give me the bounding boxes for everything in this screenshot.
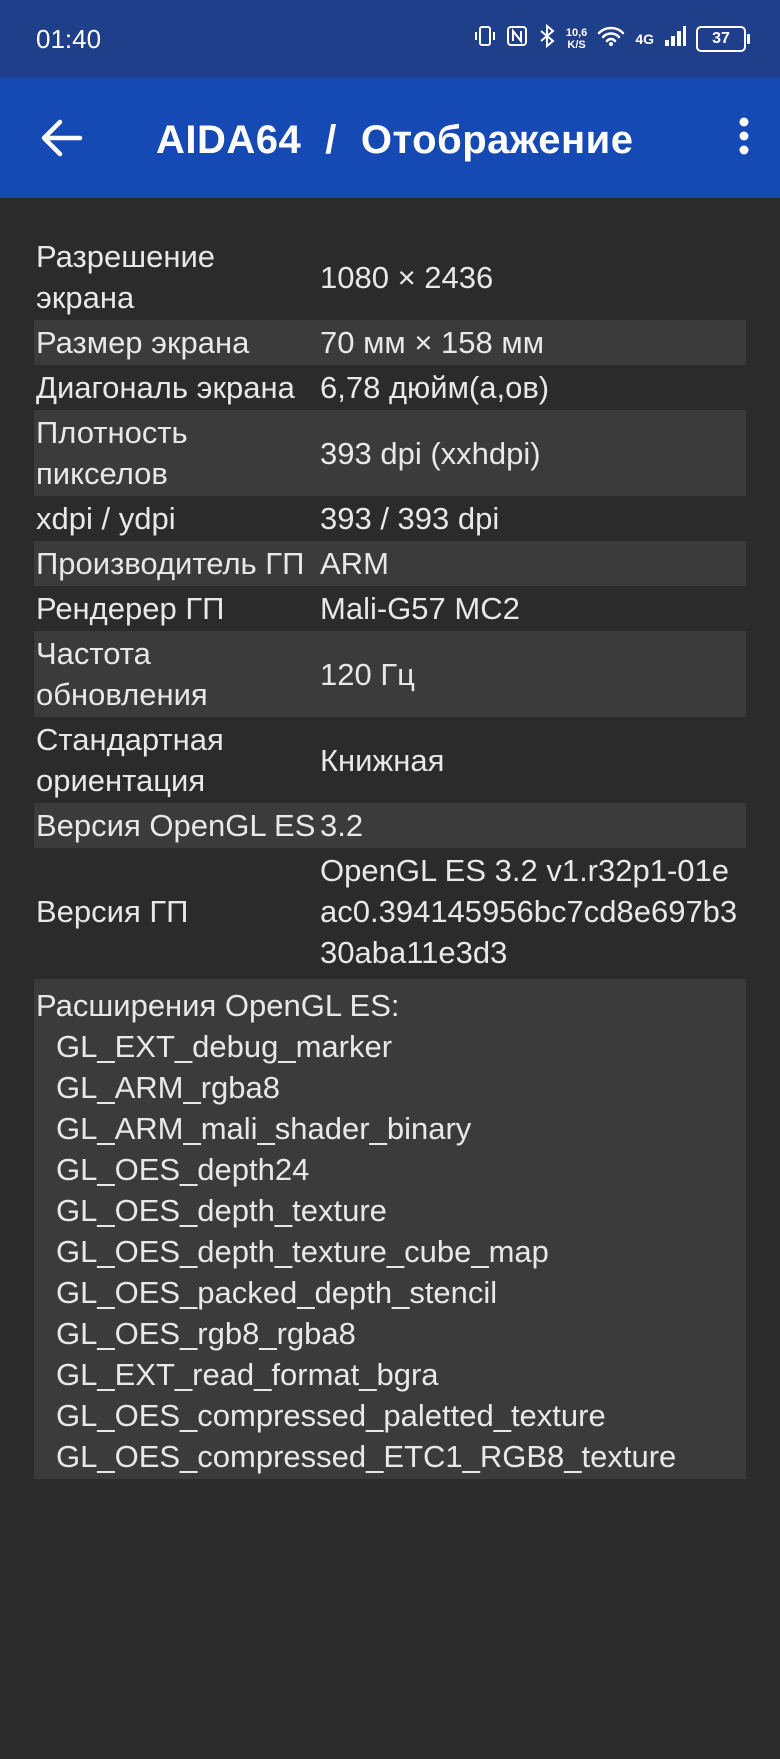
row-label: Плотность пикселов	[36, 415, 188, 491]
row-value: 120 Гц	[320, 656, 415, 692]
bluetooth-icon	[538, 23, 556, 54]
info-row-gpu-renderer: Рендерер ГП Mali-G57 MC2	[34, 586, 746, 631]
app-name: AIDA64	[156, 118, 302, 162]
row-label: Разрешение экрана	[36, 239, 216, 315]
arrow-back-icon[interactable]	[36, 116, 86, 160]
battery-indicator: 37	[696, 26, 750, 52]
info-row-gpu-vendor: Производитель ГП ARM	[34, 541, 746, 586]
network-speed-unit: K/S	[567, 39, 586, 51]
extension-item: GL_OES_depth24	[56, 1152, 310, 1187]
section-name: Отображение	[360, 118, 634, 162]
info-row-refresh-rate: Частота обновления 120 Гц	[34, 631, 746, 717]
info-row-xdpi-ydpi: xdpi / ydpi 393 / 393 dpi	[34, 496, 746, 541]
wifi-icon	[597, 25, 625, 53]
row-value: 6,78 дюйм(а,ов)	[320, 370, 550, 405]
info-row-resolution: Разрешение экрана 1080 × 2436	[34, 234, 746, 320]
extension-item: GL_OES_depth_texture_cube_map	[56, 1234, 549, 1269]
row-label: Частота обновления	[36, 636, 208, 712]
extension-item: GL_ARM_mali_shader_binary	[56, 1111, 472, 1146]
row-label: Размер экрана	[36, 325, 250, 360]
title-separator: /	[325, 118, 337, 162]
vibrate-icon	[474, 25, 496, 53]
extension-item: GL_EXT_read_format_bgra	[56, 1357, 439, 1392]
row-value: 393 dpi (xxhdpi)	[320, 435, 541, 471]
row-value: 393 / 393 dpi	[320, 501, 500, 536]
extension-item: GL_OES_rgb8_rgba8	[56, 1316, 356, 1351]
network-speed-value: 10,6	[565, 27, 588, 39]
extension-item: GL_OES_depth_texture	[56, 1193, 387, 1228]
row-value: 3.2	[320, 808, 364, 843]
info-row-gpu-version: Версия ГП OpenGL ES 3.2 v1.r32p1-01eac0.…	[34, 848, 746, 975]
info-row-diagonal: Диагональ экрана 6,78 дюйм(а,ов)	[34, 365, 746, 410]
row-value: 1080 × 2436	[320, 259, 494, 295]
row-value: OpenGL ES 3.2 v1.r32p1-01eac0.394145956b…	[320, 853, 738, 970]
status-bar: 01:40 10,6 K/S 4G 37	[0, 0, 780, 78]
extension-item: GL_EXT_debug_marker	[56, 1029, 393, 1064]
nfc-icon	[506, 25, 528, 53]
row-value: 70 мм × 158 мм	[320, 325, 545, 360]
network-type: 4G	[635, 31, 654, 47]
extension-item: GL_ARM_rgba8	[56, 1070, 281, 1105]
row-label: Производитель ГП	[36, 546, 305, 581]
row-value: Mali-G57 MC2	[320, 591, 520, 626]
status-icons: 10,6 K/S 4G 37	[474, 22, 752, 56]
signal-icon	[664, 25, 686, 53]
info-row-pixel-density: Плотность пикселов 393 dpi (xxhdpi)	[34, 410, 746, 496]
info-row-opengl-version: Версия OpenGL ES 3.2	[34, 803, 746, 848]
row-label: Рендерер ГП	[36, 591, 225, 626]
page-title: AIDA64 / Отображение	[156, 118, 633, 163]
status-time: 01:40	[36, 24, 102, 54]
network-speed: 10,6 K/S	[566, 27, 587, 51]
extensions-title: Расширения OpenGL ES:	[36, 988, 400, 1023]
row-label: xdpi / ydpi	[36, 501, 176, 536]
opengl-extensions-block: Расширения OpenGL ES: GL_EXT_debug_marke…	[34, 979, 746, 1479]
info-row-screen-size: Размер экрана 70 мм × 158 мм	[34, 320, 746, 365]
extension-item: GL_OES_compressed_ETC1_RGB8_texture	[56, 1439, 677, 1474]
row-value: Книжная	[320, 742, 445, 778]
row-label: Диагональ экрана	[36, 370, 295, 405]
info-row-orientation: Стандартная ориентация Книжная	[34, 717, 746, 803]
row-label: Версия OpenGL ES	[36, 808, 316, 843]
more-vert-icon[interactable]	[736, 114, 752, 158]
row-label: Версия ГП	[36, 894, 189, 929]
extension-item: GL_OES_packed_depth_stencil	[56, 1275, 498, 1310]
app-bar: AIDA64 / Отображение	[0, 78, 780, 198]
row-value: ARM	[320, 546, 389, 581]
row-label: Стандартная ориентация	[36, 722, 224, 798]
display-info-list: Разрешение экрана 1080 × 2436 Размер экр…	[34, 234, 746, 1479]
extension-item: GL_OES_compressed_paletted_texture	[56, 1398, 606, 1433]
